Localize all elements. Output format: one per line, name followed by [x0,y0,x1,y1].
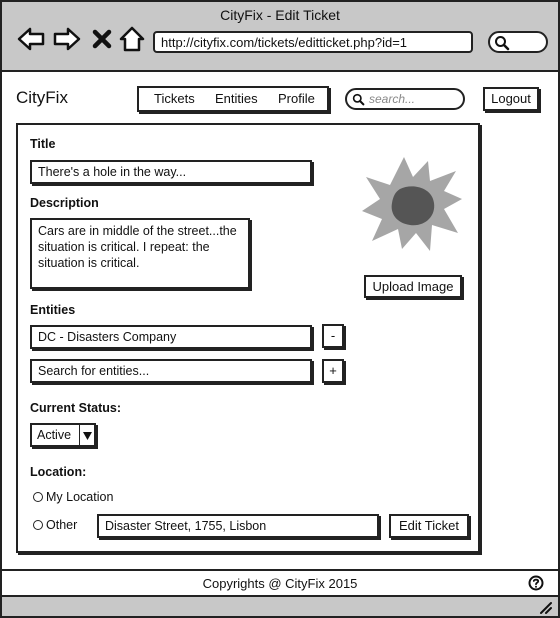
browser-titlebar: CityFix - Edit Ticket http://cityfix.com… [2,2,558,72]
footer-copyright: Copyrights @ CityFix 2015 [202,576,358,591]
title-label: Title [30,137,56,151]
back-arrow-icon[interactable] [16,24,46,54]
remove-entity-button[interactable]: - [322,324,344,348]
logout-button[interactable]: Logout [483,87,539,111]
my-location-label: My Location [46,490,114,504]
entities-label: Entities [30,303,76,317]
description-label: Description [30,196,99,210]
chevron-down-icon [83,432,92,440]
resize-grip-icon[interactable] [538,600,552,614]
main-nav: Tickets Entities Profile [137,86,329,112]
browser-statusbar [2,595,558,616]
status-select[interactable]: Active [30,423,96,447]
nav-entities[interactable]: Entities [215,91,258,106]
entity-field[interactable]: DC - Disasters Company [30,325,312,349]
status-value: Active [37,428,72,442]
browser-search-field[interactable] [488,31,548,53]
nav-profile[interactable]: Profile [278,91,315,106]
my-location-radio[interactable] [33,492,43,502]
site-search-input[interactable]: search... [345,88,465,110]
address-bar[interactable]: http://cityfix.com/tickets/editticket.ph… [153,31,473,53]
search-icon [495,36,510,51]
other-location-label: Other [46,518,78,532]
page-footer: Copyrights @ CityFix 2015 [2,569,558,595]
window-title: CityFix - Edit Ticket [220,7,340,23]
description-field[interactable]: Cars are in middle of the street...the s… [30,218,250,289]
location-field[interactable]: Disaster Street, 1755, Lisbon [97,514,379,538]
site-logo[interactable]: CityFix [16,88,68,108]
stop-icon[interactable] [90,24,114,54]
site-search-placeholder: search... [369,92,416,106]
forward-arrow-icon[interactable] [52,24,82,54]
help-icon[interactable] [528,575,544,591]
ticket-image [362,157,462,251]
home-icon[interactable] [118,24,146,54]
edit-ticket-button[interactable]: Edit Ticket [389,514,469,538]
nav-tickets[interactable]: Tickets [154,91,195,106]
title-field[interactable]: There's a hole in the way... [30,160,312,184]
search-icon [352,93,365,106]
upload-image-button[interactable]: Upload Image [364,275,462,298]
select-divider [79,425,80,445]
location-label: Location: [30,465,87,479]
status-label: Current Status: [30,401,121,415]
add-entity-button[interactable]: + [322,359,344,383]
entity-search-field[interactable]: Search for entities... [30,359,312,383]
other-location-radio[interactable] [33,520,43,530]
